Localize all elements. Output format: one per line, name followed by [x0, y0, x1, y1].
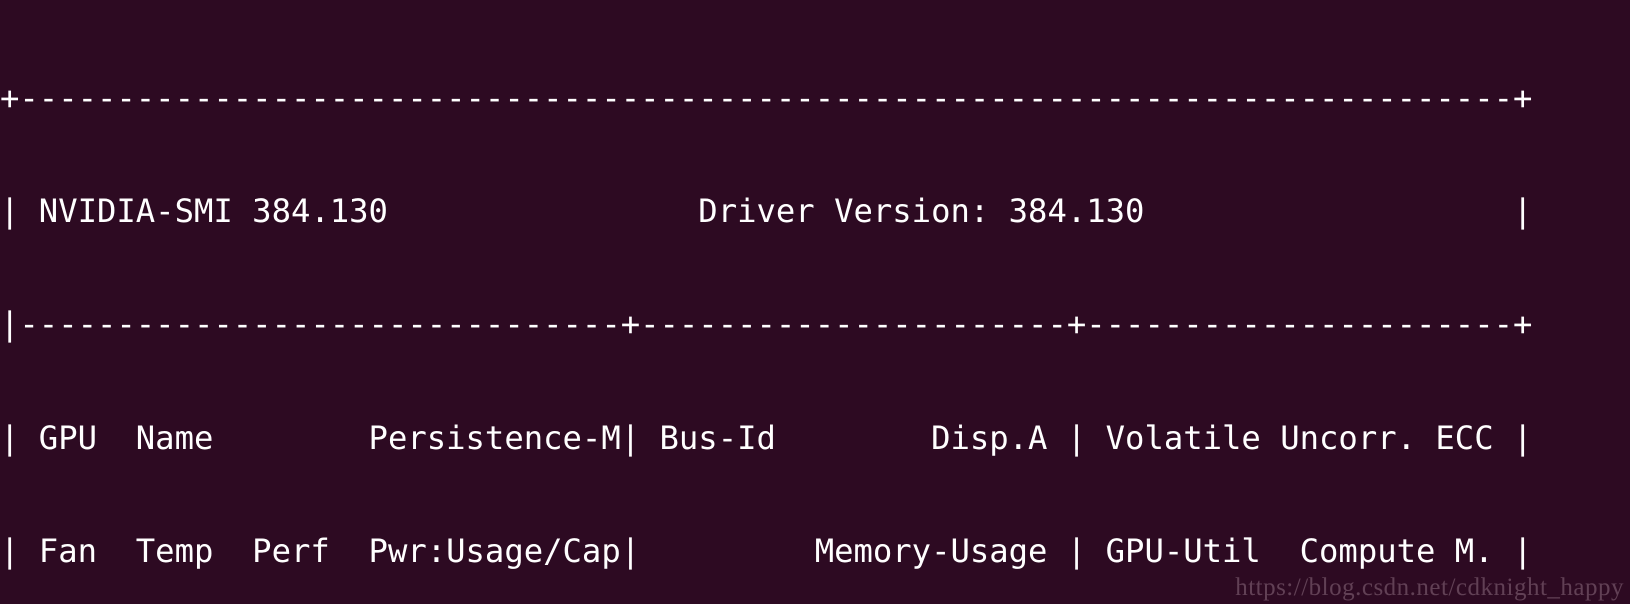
- smi-column-header-row-2: | Fan Temp Perf Pwr:Usage/Cap| Memory-Us…: [0, 532, 1533, 571]
- smi-border-top: +---------------------------------------…: [0, 78, 1533, 117]
- smi-column-header-row-1: | GPU Name Persistence-M| Bus-Id Disp.A …: [0, 418, 1533, 457]
- smi-version-line: | NVIDIA-SMI 384.130 Driver Version: 384…: [0, 191, 1533, 230]
- terminal-output: +---------------------------------------…: [0, 0, 1630, 604]
- smi-border-header-divider: |-------------------------------+-------…: [0, 305, 1533, 344]
